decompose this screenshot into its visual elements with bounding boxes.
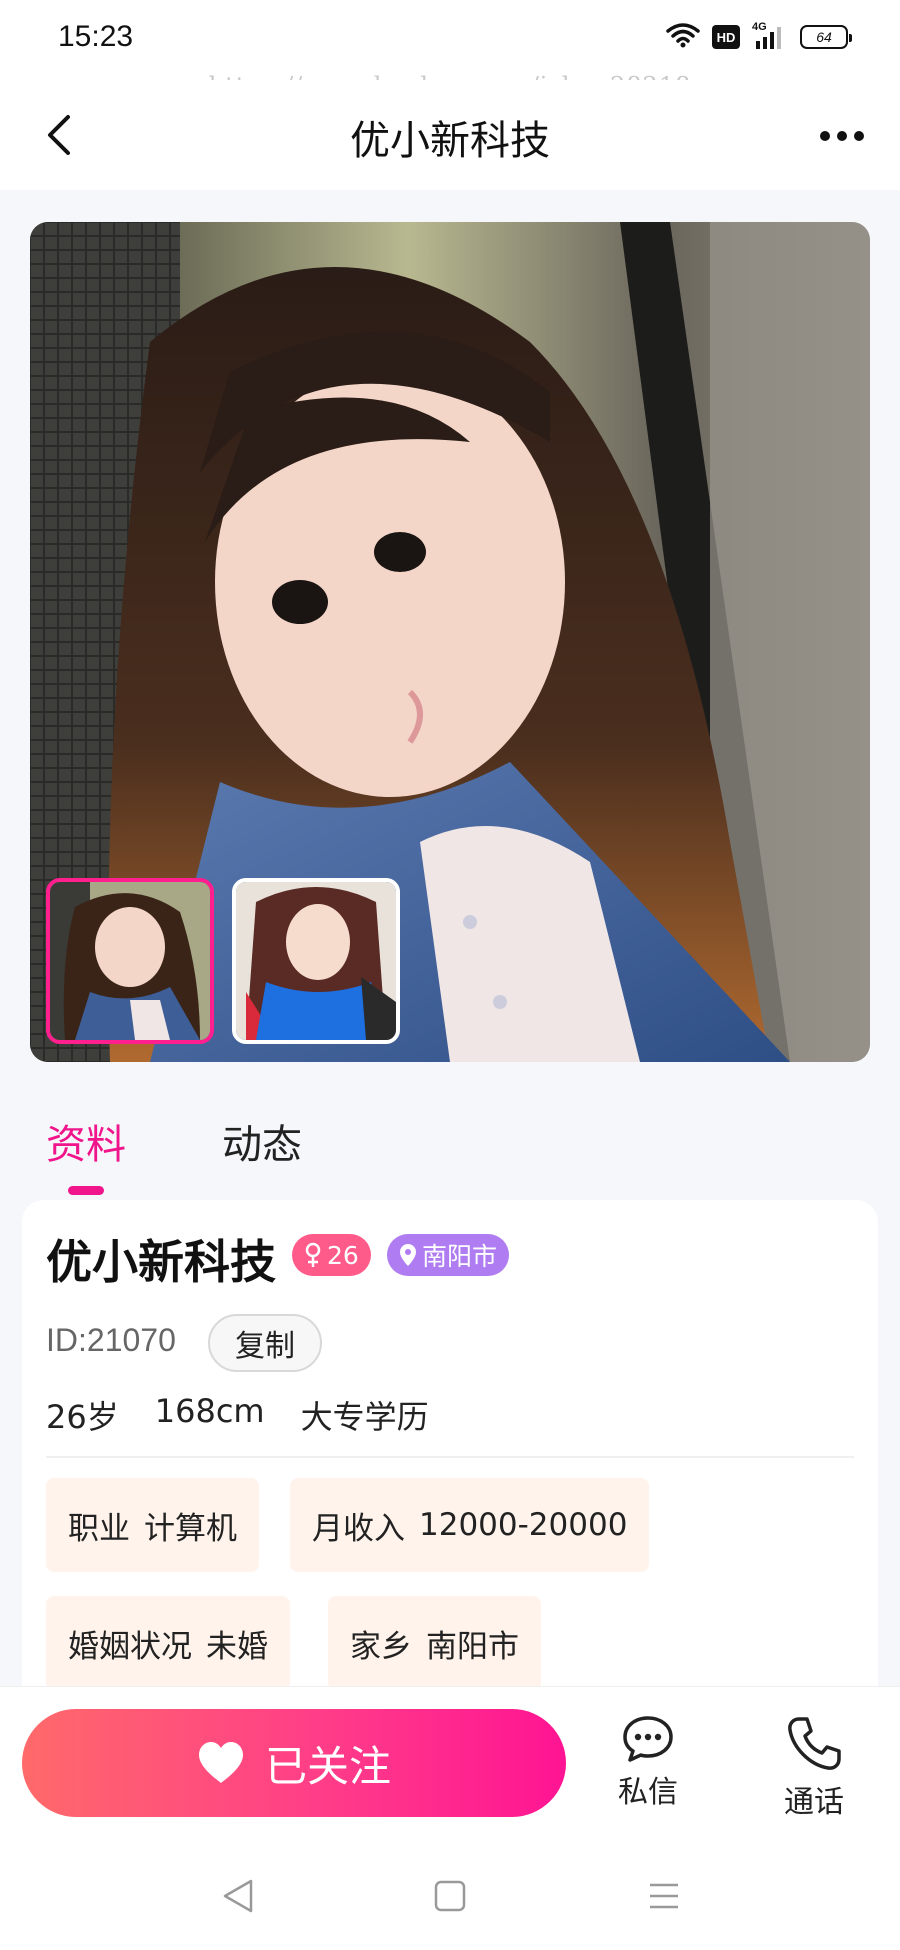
tag-key: 婚姻状况 bbox=[68, 1628, 192, 1665]
top-navbar: 优小新科技 bbox=[0, 80, 900, 190]
battery-level: 64 bbox=[816, 29, 832, 45]
tag-value: 12000-20000 bbox=[419, 1507, 628, 1543]
call-label: 通话 bbox=[784, 1785, 844, 1820]
tag-income: 月收入 12000-20000 bbox=[290, 1478, 650, 1572]
profile-screen: 15:23 HD 4G 64 优小新科技 资料 动态 优小新科技 26 南阳市 … bbox=[0, 0, 900, 1950]
status-time: 15:23 bbox=[58, 20, 134, 53]
basic-info-row: 26岁 168cm 大专学历 bbox=[46, 1392, 429, 1438]
tag-key: 月收入 bbox=[312, 1510, 405, 1547]
triangle-back-icon bbox=[223, 1879, 253, 1913]
height-text: 168cm bbox=[154, 1392, 265, 1430]
chat-bubble-icon bbox=[623, 1716, 673, 1762]
profile-name: 优小新科技 bbox=[46, 1235, 276, 1289]
copy-id-button[interactable]: 复制 bbox=[208, 1314, 322, 1372]
tab-moments[interactable]: 动态 bbox=[222, 1112, 302, 1170]
photo-thumbnail-1[interactable] bbox=[46, 878, 214, 1044]
profile-info-card: 优小新科技 26 南阳市 ID:21070 复制 26岁 168cm 大专学历 bbox=[22, 1200, 878, 1720]
city-badge-value: 南阳市 bbox=[422, 1242, 498, 1271]
tab-profile[interactable]: 资料 bbox=[46, 1112, 126, 1170]
system-home-button[interactable] bbox=[426, 1872, 474, 1920]
system-menu-button[interactable] bbox=[640, 1872, 688, 1920]
phone-icon bbox=[788, 1717, 841, 1770]
more-button[interactable] bbox=[814, 116, 870, 156]
battery-indicator: 64 bbox=[800, 25, 852, 49]
bottom-action-bar: 已关注 私信 通话 bbox=[0, 1686, 900, 1840]
tag-value: 南阳市 bbox=[426, 1628, 519, 1665]
message-label: 私信 bbox=[618, 1775, 678, 1810]
location-pin-icon bbox=[400, 1244, 416, 1266]
heart-icon bbox=[198, 1742, 243, 1783]
square-home-icon bbox=[434, 1880, 466, 1912]
education-text: 大专学历 bbox=[300, 1398, 429, 1436]
tag-value: 计算机 bbox=[144, 1510, 237, 1547]
status-icons: HD 4G 64 bbox=[666, 21, 852, 52]
photo-thumbnail-2[interactable] bbox=[232, 878, 400, 1044]
hd-badge: HD bbox=[712, 25, 740, 49]
age-text: 26岁 bbox=[46, 1398, 119, 1436]
active-tab-indicator bbox=[68, 1186, 104, 1195]
page-title: 优小新科技 bbox=[350, 118, 550, 164]
status-bar: 15:23 HD 4G 64 bbox=[0, 0, 900, 80]
signal-icon: 4G bbox=[752, 21, 788, 51]
city-badge: 南阳市 bbox=[387, 1234, 510, 1276]
divider bbox=[46, 1456, 854, 1458]
profile-id: ID:21070 bbox=[46, 1322, 176, 1358]
age-badge-value: 26 bbox=[327, 1240, 359, 1270]
system-back-button[interactable] bbox=[214, 1872, 262, 1920]
female-icon bbox=[305, 1242, 321, 1267]
tag-key: 家乡 bbox=[350, 1628, 412, 1665]
call-button[interactable]: 通话 bbox=[754, 1715, 874, 1821]
tag-occupation: 职业 计算机 bbox=[46, 1478, 259, 1572]
system-navigation-bar bbox=[0, 1840, 900, 1950]
follow-button[interactable]: 已关注 bbox=[22, 1709, 566, 1817]
tag-key: 职业 bbox=[68, 1510, 130, 1547]
tag-value: 未婚 bbox=[206, 1628, 268, 1665]
message-button[interactable]: 私信 bbox=[588, 1715, 708, 1811]
menu-lines-icon bbox=[650, 1883, 678, 1909]
tag-marital-status: 婚姻状况 未婚 bbox=[46, 1596, 290, 1690]
more-dots-icon bbox=[820, 131, 830, 141]
tag-hometown: 家乡 南阳市 bbox=[328, 1596, 541, 1690]
follow-label: 已关注 bbox=[264, 1741, 391, 1791]
wifi-icon bbox=[666, 22, 700, 52]
age-badge: 26 bbox=[292, 1234, 371, 1276]
